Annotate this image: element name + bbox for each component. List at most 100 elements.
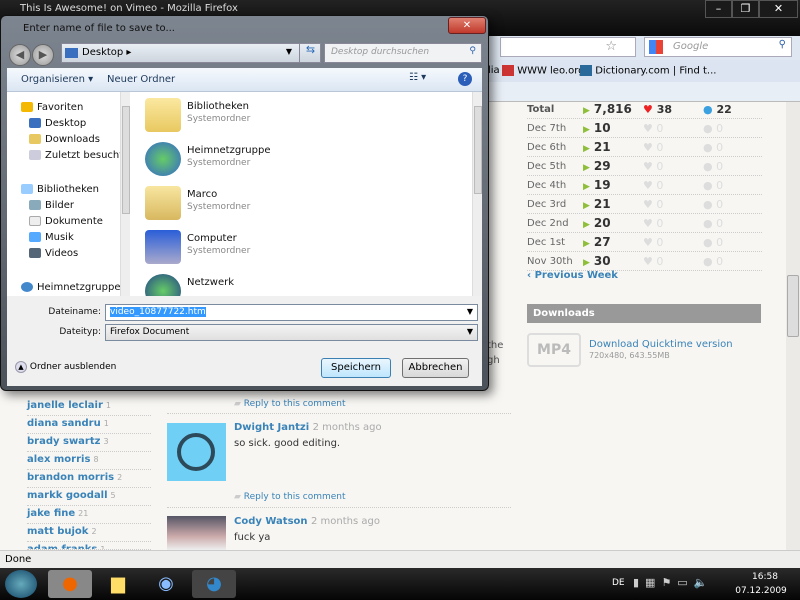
bookmark-item[interactable]: lia xyxy=(488,65,500,76)
save-button[interactable]: Speichern xyxy=(321,358,391,378)
stat-plays: ▶ 29 xyxy=(583,159,611,173)
dialog-search-input[interactable]: Desktop durchsuchen ⚲ xyxy=(324,43,482,63)
clock-time[interactable]: 16:58 xyxy=(745,572,785,582)
nav-music[interactable]: Musik xyxy=(29,232,74,243)
search-input[interactable]: Google ⚲ xyxy=(644,37,792,57)
file-item[interactable]: Computer Systemordner xyxy=(145,228,445,268)
nav-pictures[interactable]: Bilder xyxy=(29,200,74,211)
back-button[interactable]: ◀ xyxy=(9,44,31,66)
stat-comments: ● 0 xyxy=(703,179,724,192)
stat-likes: ♥ 0 xyxy=(643,236,664,249)
nav-scrollbar[interactable] xyxy=(120,92,130,296)
leo-icon xyxy=(502,65,514,76)
speech-bubble-icon: ▰ xyxy=(234,399,241,409)
chevron-down-icon: ▼ xyxy=(466,327,473,336)
nav-favorites[interactable]: Favoriten xyxy=(21,102,83,113)
user-list-item[interactable]: markk goodall 5 xyxy=(27,488,151,506)
stat-likes: ♥ 0 xyxy=(643,255,664,268)
stats-row: Dec 4th ▶ 19 ♥ 0 ● 0 xyxy=(527,176,762,195)
new-folder-button[interactable]: Neuer Ordner xyxy=(107,74,175,85)
organize-button[interactable]: Organisieren ▾ xyxy=(21,74,93,85)
dialog-title: Enter name of file to save to... xyxy=(23,23,175,34)
play-icon: ▶ xyxy=(583,144,590,154)
dictionary-icon xyxy=(580,65,592,76)
close-button[interactable]: ✕ xyxy=(759,0,798,18)
file-item[interactable]: Bibliotheken Systemordner xyxy=(145,96,445,136)
url-bar[interactable]: ☆ xyxy=(500,37,636,57)
download-quicktime-link[interactable]: Download Quicktime version xyxy=(589,339,733,350)
heart-icon: ♥ xyxy=(643,122,653,135)
search-icon[interactable]: ⚲ xyxy=(779,39,786,50)
help-icon[interactable]: ? xyxy=(458,72,472,86)
bookmark-star-icon[interactable]: ☆ xyxy=(605,39,617,54)
view-options-icon[interactable]: ☷ ▾ xyxy=(409,72,426,83)
location-breadcrumb[interactable]: Desktop ▸ ▼ xyxy=(61,43,321,63)
file-scrollbar[interactable] xyxy=(472,92,482,296)
user-list-item[interactable]: brady swartz 3 xyxy=(27,434,151,452)
user-list-item[interactable]: diana sandru 1 xyxy=(27,416,151,434)
file-item[interactable]: Heimnetzgruppe Systemordner xyxy=(145,140,445,180)
taskbar-thunderbird[interactable]: ◕ xyxy=(192,570,236,598)
avatar[interactable] xyxy=(167,516,226,550)
minimize-button[interactable]: – xyxy=(705,0,732,18)
taskbar-itunes[interactable]: ◉ xyxy=(144,570,188,598)
clock-date[interactable]: 07.12.2009 xyxy=(735,586,787,596)
nav-downloads[interactable]: Downloads xyxy=(29,134,100,145)
nav-documents[interactable]: Dokumente xyxy=(29,216,103,227)
stat-plays: ▶ 10 xyxy=(583,121,611,135)
user-list-item[interactable]: alex morris 8 xyxy=(27,452,151,470)
taskbar-firefox[interactable]: ● xyxy=(48,570,92,598)
previous-week-link[interactable]: ‹ Previous Week xyxy=(527,270,618,281)
play-icon: ▶ xyxy=(583,163,590,173)
stats-row: Dec 7th ▶ 10 ♥ 0 ● 0 xyxy=(527,119,762,138)
nav-desktop[interactable]: Desktop xyxy=(29,118,86,129)
scrollbar-thumb[interactable] xyxy=(787,275,799,337)
dialog-close-button[interactable]: ✕ xyxy=(448,17,486,34)
stat-date: Dec 7th xyxy=(527,123,567,134)
stat-plays: ▶ 27 xyxy=(583,235,611,249)
stat-plays: ▶ 20 xyxy=(583,216,611,230)
cancel-button[interactable]: Abbrechen xyxy=(402,358,469,378)
restore-button[interactable]: ❐ xyxy=(732,0,759,18)
comment-author[interactable]: Dwight Jantzi 2 months ago xyxy=(234,422,382,433)
bookmark-dictionary[interactable]: Dictionary.com | Find t... xyxy=(580,65,716,77)
refresh-button[interactable]: ⇆ xyxy=(299,43,321,63)
nav-libraries[interactable]: Bibliotheken xyxy=(21,184,99,195)
nav-homegroup[interactable]: Heimnetzgruppe xyxy=(21,282,121,293)
stat-likes: ♥ 0 xyxy=(643,198,664,211)
hide-folders-button[interactable]: ▲ Ordner ausblenden xyxy=(15,361,116,373)
tray-icons[interactable]: ▮▦⚑▭🔈 xyxy=(633,576,713,589)
save-dialog: Enter name of file to save to... ✕ ◀ ▶ D… xyxy=(0,15,489,391)
reply-link[interactable]: ▰ Reply to this comment xyxy=(234,399,346,409)
user-list-item[interactable]: brandon morris 2 xyxy=(27,470,151,488)
nav-recent[interactable]: Zuletzt besucht xyxy=(29,150,123,161)
user-list-item[interactable]: jake fine 21 xyxy=(27,506,151,524)
avatar[interactable] xyxy=(167,423,226,481)
desktop-icon xyxy=(65,48,78,58)
file-item[interactable]: Marco Systemordner xyxy=(145,184,445,224)
google-icon xyxy=(649,40,663,54)
comment-icon: ● xyxy=(703,255,713,268)
stat-date: Dec 1st xyxy=(527,237,566,248)
filename-input[interactable]: video_10877722.htm ▼ xyxy=(105,304,478,321)
language-indicator[interactable]: DE xyxy=(612,578,625,588)
nav-videos[interactable]: Videos xyxy=(29,248,78,259)
play-icon: ▶ xyxy=(583,239,590,249)
stat-likes: ♥ 0 xyxy=(643,179,664,192)
user-list-item[interactable]: janelle leclair 1 xyxy=(27,398,151,416)
start-button[interactable] xyxy=(5,570,37,598)
filetype-select[interactable]: Firefox Document ▼ xyxy=(105,324,478,341)
computer-icon xyxy=(145,230,181,264)
taskbar-explorer[interactable]: ▆ xyxy=(96,570,140,598)
forward-button[interactable]: ▶ xyxy=(32,44,54,66)
reply-link[interactable]: ▰ Reply to this comment xyxy=(234,492,346,502)
bookmark-leo[interactable]: WWW leo.org xyxy=(502,65,584,77)
pictures-icon xyxy=(29,200,41,210)
documents-icon xyxy=(29,216,41,226)
stat-likes: ♥ 0 xyxy=(643,141,664,154)
file-item[interactable]: Netzwerk xyxy=(145,272,445,296)
user-list-item[interactable]: adam franks 1 xyxy=(27,542,151,550)
user-list-item[interactable]: matt bujok 2 xyxy=(27,524,151,542)
comment-author[interactable]: Cody Watson 2 months ago xyxy=(234,516,380,527)
filename-label: Dateiname: xyxy=(48,307,101,317)
